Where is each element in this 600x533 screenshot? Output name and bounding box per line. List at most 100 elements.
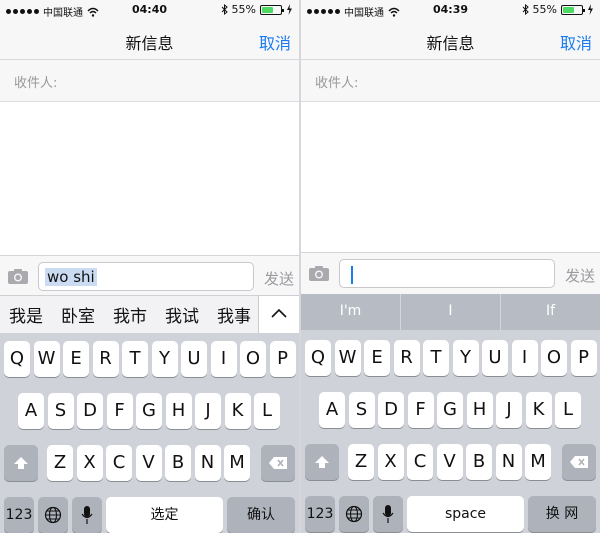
delete-key[interactable] — [562, 444, 596, 480]
key-y[interactable]: Y — [452, 340, 479, 376]
key-g[interactable]: G — [437, 392, 463, 428]
key-a[interactable]: A — [18, 393, 44, 429]
key-h[interactable]: H — [466, 392, 493, 428]
key-z[interactable]: Z — [47, 445, 73, 481]
delete-key[interactable] — [261, 445, 295, 481]
cancel-button[interactable]: 取消 — [259, 30, 291, 54]
key-z[interactable]: Z — [348, 444, 374, 480]
key-u[interactable]: U — [181, 341, 207, 377]
numbers-key[interactable]: 123 — [4, 497, 34, 533]
return-key[interactable]: 确认 — [227, 497, 295, 533]
prediction-bar: I'm I If — [301, 294, 600, 330]
microphone-key[interactable] — [72, 497, 102, 533]
key-v[interactable]: V — [436, 444, 463, 480]
key-m[interactable]: M — [224, 445, 250, 481]
recipient-field[interactable]: 收件人: — [0, 60, 299, 102]
message-input[interactable] — [339, 259, 555, 288]
key-i-label: I — [220, 348, 227, 369]
key-f[interactable]: F — [106, 393, 133, 429]
recipient-field[interactable]: 收件人: — [301, 60, 600, 102]
key-r[interactable]: R — [92, 341, 119, 377]
prediction-item[interactable]: I — [400, 294, 500, 330]
key-b[interactable]: B — [466, 444, 492, 480]
key-i[interactable]: I — [511, 340, 538, 376]
send-button[interactable]: 发送 — [264, 268, 294, 289]
camera-icon[interactable] — [308, 265, 330, 282]
key-j[interactable]: J — [496, 392, 522, 428]
key-w[interactable]: W — [334, 340, 361, 376]
key-g[interactable]: G — [136, 393, 162, 429]
key-o[interactable]: O — [240, 341, 266, 377]
microphone-key[interactable] — [373, 496, 403, 532]
globe-key[interactable] — [38, 497, 68, 533]
expand-candidates-button[interactable] — [258, 296, 299, 333]
key-l[interactable]: L — [254, 393, 280, 429]
key-m[interactable]: M — [525, 444, 551, 480]
key-n[interactable]: N — [495, 444, 522, 480]
key-p[interactable]: P — [570, 340, 597, 376]
key-y[interactable]: Y — [151, 341, 178, 377]
camera-icon[interactable] — [7, 268, 29, 285]
globe-key[interactable] — [339, 496, 369, 532]
candidate-item[interactable]: 我市 — [104, 302, 156, 327]
key-r[interactable]: R — [393, 340, 420, 376]
send-button[interactable]: 发送 — [565, 265, 595, 286]
microphone-icon — [382, 505, 394, 523]
key-q[interactable]: Q — [4, 341, 30, 377]
key-q[interactable]: Q — [305, 340, 331, 376]
key-v-label: V — [443, 451, 456, 472]
key-c[interactable]: C — [407, 444, 433, 480]
key-f[interactable]: F — [407, 392, 434, 428]
candidate-item[interactable]: 卧室 — [52, 302, 104, 327]
key-b-label: B — [171, 452, 185, 473]
key-p[interactable]: P — [269, 341, 296, 377]
key-t[interactable]: T — [423, 340, 449, 376]
key-a[interactable]: A — [319, 392, 345, 428]
key-d[interactable]: D — [77, 393, 103, 429]
key-j[interactable]: J — [195, 393, 221, 429]
key-o[interactable]: O — [541, 340, 567, 376]
key-b[interactable]: B — [165, 445, 191, 481]
candidate-bar: 我是 卧室 我市 我试 我事 — [0, 295, 299, 333]
key-o-label: O — [546, 347, 562, 368]
key-z-label: Z — [53, 452, 67, 473]
prediction-item[interactable]: I'm — [301, 294, 400, 330]
prediction-item[interactable]: If — [500, 294, 600, 330]
key-c[interactable]: C — [106, 445, 132, 481]
candidate-item[interactable]: 我事 — [208, 302, 260, 327]
key-t[interactable]: T — [122, 341, 148, 377]
key-s[interactable]: S — [348, 392, 375, 428]
shift-key[interactable] — [4, 445, 38, 481]
cancel-button[interactable]: 取消 — [560, 30, 592, 54]
key-k[interactable]: K — [224, 393, 251, 429]
key-d[interactable]: D — [378, 392, 404, 428]
space-key[interactable]: 选定 — [106, 497, 223, 533]
key-s[interactable]: S — [47, 393, 74, 429]
candidate-item[interactable]: 我试 — [156, 302, 208, 327]
bluetooth-icon — [522, 4, 529, 15]
key-l[interactable]: L — [555, 392, 581, 428]
key-v[interactable]: V — [135, 445, 162, 481]
key-h[interactable]: H — [165, 393, 192, 429]
space-key[interactable]: space — [407, 496, 524, 532]
key-t-label: T — [430, 347, 442, 368]
key-i[interactable]: I — [210, 341, 237, 377]
key-b-label: B — [472, 451, 486, 472]
numbers-key-label: 123 — [306, 506, 334, 522]
keyboard: Q W E R T Y U I O P A S D F G H J K L Z X C V B N M 123 选定 确认 — [0, 333, 299, 533]
return-key-label: 确认 — [247, 507, 275, 523]
shift-key[interactable] — [305, 444, 339, 480]
key-k[interactable]: K — [525, 392, 552, 428]
key-u[interactable]: U — [482, 340, 508, 376]
key-e[interactable]: E — [364, 340, 390, 376]
candidate-item[interactable]: 我是 — [0, 302, 52, 327]
key-e[interactable]: E — [63, 341, 89, 377]
message-input[interactable]: wo shi — [38, 262, 254, 291]
key-x[interactable]: X — [377, 444, 404, 480]
key-n[interactable]: N — [194, 445, 221, 481]
key-w[interactable]: W — [33, 341, 60, 377]
numbers-key[interactable]: 123 — [305, 496, 335, 532]
return-key[interactable]: 换 网 — [528, 496, 596, 532]
key-x[interactable]: X — [76, 445, 103, 481]
key-s-label: S — [54, 400, 67, 421]
